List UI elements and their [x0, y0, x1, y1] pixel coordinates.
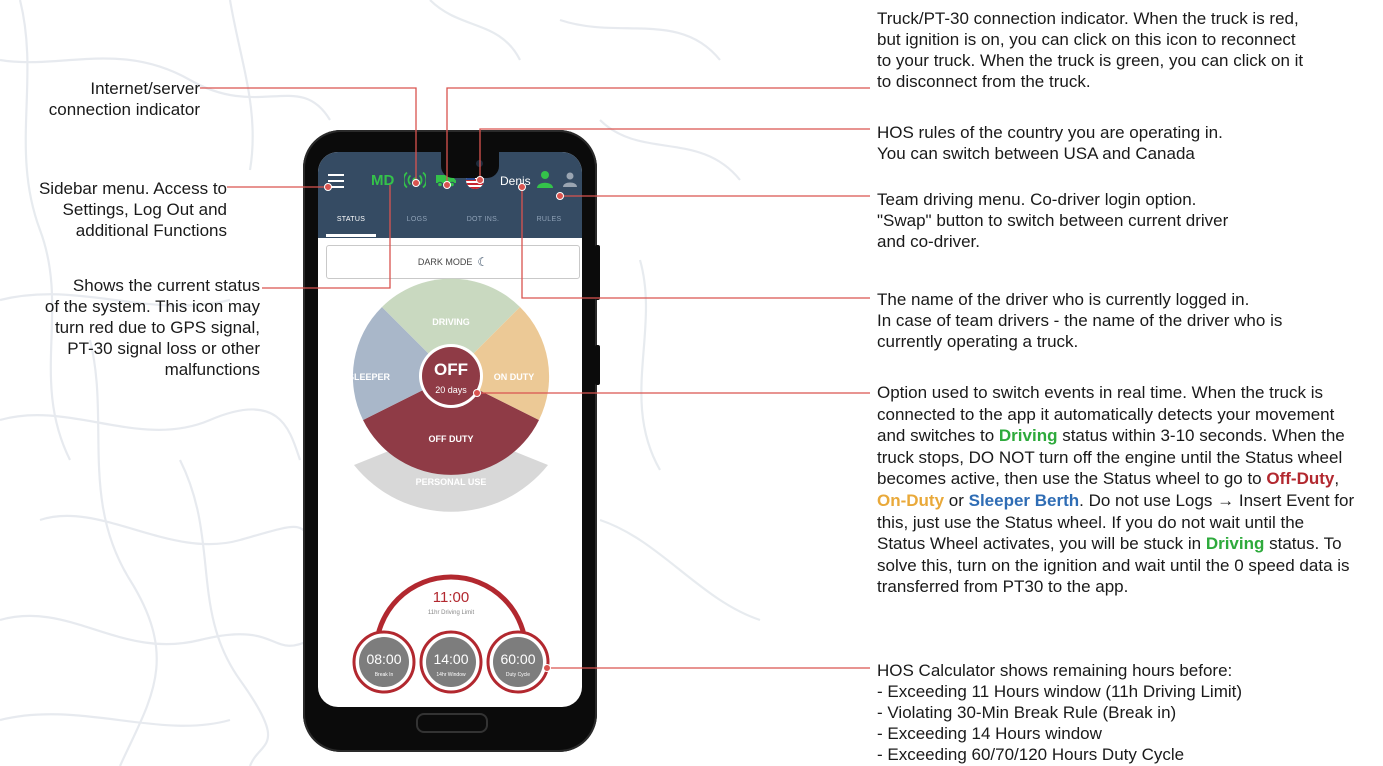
- annotation-sidebar-menu: Sidebar menu. Access to Settings, Log Ou…: [0, 178, 227, 241]
- app-screen: MD Denis STATUS LOGS DOT INS. RULES DARK…: [318, 152, 582, 707]
- annotation-system-status: Shows the current status of the system. …: [0, 275, 260, 380]
- driving-limit-label: 11hr Driving Limit: [428, 610, 475, 616]
- power-button: [595, 345, 600, 385]
- annotation-hos-rules: HOS rules of the country you are operati…: [877, 122, 1377, 164]
- window-value: 14:00: [433, 651, 468, 667]
- annotation-line: Team driving menu. Co-driver login optio…: [877, 190, 1197, 209]
- annotation-line: - Exceeding 11 Hours window (11h Driving…: [877, 682, 1243, 701]
- timer-14hr-window[interactable]: 14:00 14hr Window: [419, 630, 483, 694]
- highlight-sleeper-berth: Sleeper Berth: [968, 490, 1080, 510]
- annotation-internet-indicator: Internet/server connection indicator: [10, 78, 200, 120]
- annotation-line: You can switch between USA and Canada: [877, 144, 1195, 163]
- annotation-hos-calculator: HOS Calculator shows remaining hours bef…: [877, 660, 1377, 765]
- window-label: 14hr Window: [436, 672, 466, 678]
- annotation-line: PT-30 signal loss or other: [67, 339, 260, 358]
- annotation-line: Shows the current status: [72, 276, 260, 295]
- annotation-line: Settings, Log Out and: [62, 200, 227, 219]
- volume-button: [595, 245, 600, 300]
- annotation-driver-name: The name of the driver who is currently …: [877, 289, 1377, 352]
- home-button[interactable]: [416, 713, 488, 733]
- annotation-line: HOS Calculator shows remaining hours bef…: [877, 661, 1233, 680]
- highlight-driving: Driving: [1205, 534, 1265, 554]
- annotation-line: to disconnect from the truck.: [877, 72, 1091, 91]
- phone-device: MD Denis STATUS LOGS DOT INS. RULES DARK…: [303, 130, 600, 752]
- annotation-line: Truck/PT-30 connection indicator. When t…: [877, 9, 1299, 28]
- timer-break-in[interactable]: 08:00 Break In: [352, 630, 416, 694]
- duty-cycle-value: 60:00: [500, 651, 535, 667]
- annotation-line: of the system. This icon may: [44, 297, 260, 316]
- annotation-status-wheel: Option used to switch events in real tim…: [877, 382, 1355, 598]
- annotation-line: currently operating a truck.: [877, 332, 1079, 351]
- annotation-line: but ignition is on, you can click on thi…: [877, 30, 1296, 49]
- duty-cycle-label: Duty Cycle: [506, 672, 530, 678]
- timer-duty-cycle[interactable]: 60:00 Duty Cycle: [486, 630, 550, 694]
- annotation-line: - Violating 30-Min Break Rule (Break in): [877, 703, 1177, 722]
- annotation-line: In case of team drivers - the name of th…: [877, 311, 1283, 330]
- driving-limit-value: 11:00: [433, 589, 469, 606]
- annotation-line: to your truck. When the truck is green, …: [877, 51, 1304, 70]
- annotation-line: - Exceeding 14 Hours window: [877, 724, 1102, 743]
- phone-notch: [441, 152, 499, 178]
- annotation-line: "Swap" button to switch between current …: [877, 211, 1229, 230]
- break-in-value: 08:00: [366, 651, 401, 667]
- highlight-off-duty: Off-Duty: [1266, 469, 1335, 489]
- annotation-line: Sidebar menu. Access to: [38, 179, 227, 198]
- annotation-line: connection indicator: [48, 100, 200, 119]
- annotation-line: The name of the driver who is currently …: [877, 290, 1250, 309]
- annotation-line: Internet/server: [90, 79, 200, 98]
- break-in-label: Break In: [375, 672, 394, 678]
- annotation-truck-indicator: Truck/PT-30 connection indicator. When t…: [877, 8, 1377, 92]
- annotation-team-driving: Team driving menu. Co-driver login optio…: [877, 189, 1377, 252]
- annotation-text: ,: [1334, 469, 1340, 489]
- hos-calculator: 11:00 11hr Driving Limit 08:00 Break In …: [352, 574, 550, 694]
- annotation-line: malfunctions: [164, 360, 260, 379]
- front-camera: [476, 160, 483, 167]
- annotation-line: - Exceeding 60/70/120 Hours Duty Cycle: [877, 745, 1185, 764]
- annotation-line: turn red due to GPS signal,: [54, 318, 260, 337]
- highlight-driving: Driving: [998, 426, 1058, 446]
- highlight-on-duty: On-Duty: [877, 490, 945, 510]
- annotation-line: HOS rules of the country you are operati…: [877, 123, 1223, 142]
- annotation-text: or: [944, 490, 969, 510]
- annotation-line: and co-driver.: [877, 232, 980, 251]
- annotation-line: additional Functions: [75, 221, 227, 240]
